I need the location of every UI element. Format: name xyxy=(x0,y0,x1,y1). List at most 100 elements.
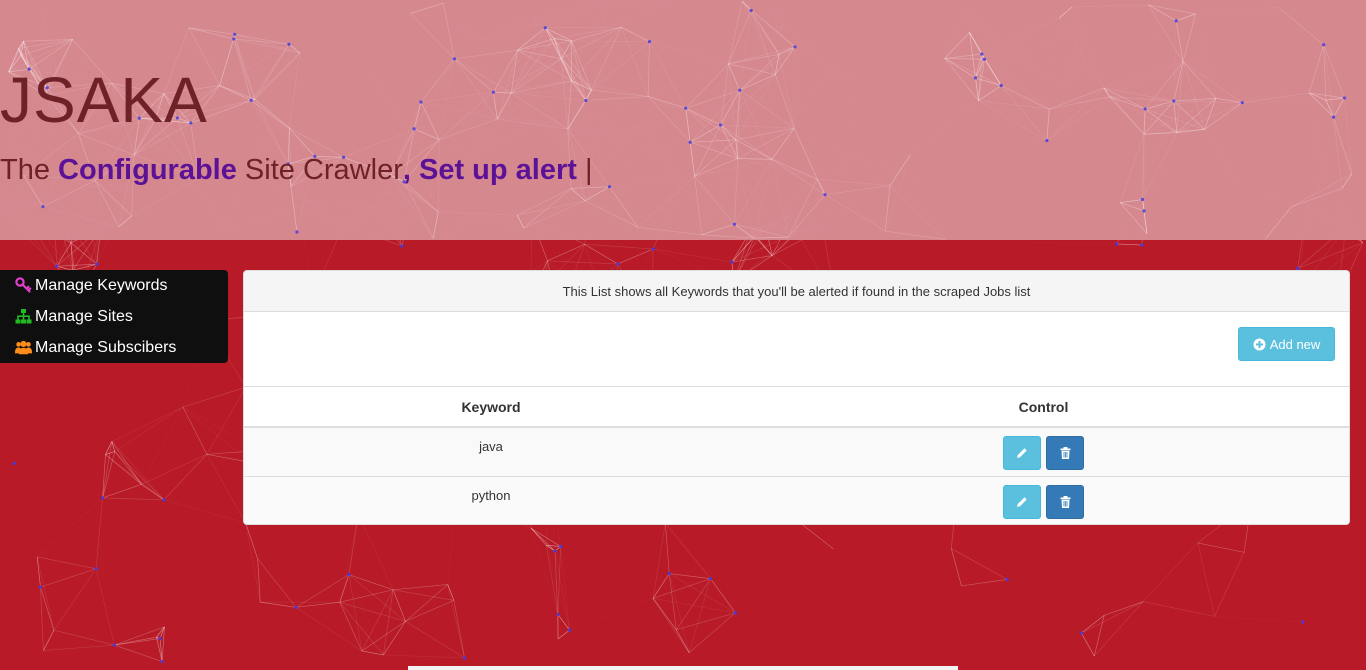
network-line xyxy=(96,569,164,627)
network-line xyxy=(1103,87,1145,135)
network-line xyxy=(420,101,498,120)
network-line xyxy=(53,568,97,631)
network-line xyxy=(652,598,690,653)
network-node xyxy=(1172,99,1176,103)
network-line xyxy=(739,74,776,91)
network-node xyxy=(294,605,298,609)
network-node xyxy=(684,106,688,110)
network-line xyxy=(102,483,142,499)
network-line xyxy=(737,158,773,160)
network-line xyxy=(405,599,455,622)
network-node xyxy=(823,193,827,197)
keywords-panel: This List shows all Keywords that you'll… xyxy=(243,270,1350,525)
network-line xyxy=(889,185,946,240)
network-line xyxy=(720,124,737,141)
network-line xyxy=(339,601,406,622)
delete-button[interactable] xyxy=(1046,436,1085,470)
sidebar-item-sites[interactable]: Manage Sites xyxy=(0,301,228,332)
network-line xyxy=(728,63,737,140)
network-line xyxy=(383,600,454,655)
network-node xyxy=(491,90,495,94)
network-line xyxy=(910,101,978,155)
network-line xyxy=(453,600,465,658)
network-node xyxy=(1331,115,1336,119)
network-line xyxy=(43,630,55,651)
sidebar-item-keywords[interactable]: Manage Keywords xyxy=(0,270,228,301)
network-line xyxy=(115,452,207,455)
edit-button[interactable] xyxy=(1002,484,1041,519)
network-line xyxy=(251,100,315,156)
network-node xyxy=(1301,620,1305,624)
network-line xyxy=(1196,14,1216,98)
network-line xyxy=(1144,133,1177,211)
network-line xyxy=(984,18,1059,59)
network-line xyxy=(1244,552,1303,622)
network-line xyxy=(557,629,570,640)
network-line xyxy=(383,654,465,659)
network-line xyxy=(114,626,165,646)
network-node xyxy=(1240,101,1244,105)
add-new-button[interactable]: Add new xyxy=(1238,327,1335,361)
network-line xyxy=(1214,615,1303,623)
network-line xyxy=(570,188,586,202)
network-line xyxy=(685,107,721,126)
network-node xyxy=(100,496,105,500)
network-line xyxy=(493,92,498,120)
network-line xyxy=(254,99,290,129)
network-line xyxy=(358,513,394,590)
network-node xyxy=(553,549,557,553)
network-line xyxy=(405,621,465,659)
network-line xyxy=(530,528,547,546)
network-node xyxy=(1045,138,1049,143)
network-line xyxy=(734,223,789,238)
network-line xyxy=(817,179,885,231)
network-line xyxy=(1214,552,1245,617)
network-line xyxy=(1323,44,1345,99)
network-line xyxy=(772,74,775,159)
network-node xyxy=(730,260,734,264)
network-line xyxy=(496,50,518,120)
network-line xyxy=(14,463,102,498)
network-line xyxy=(951,548,962,587)
network-line xyxy=(1326,100,1342,188)
network-line xyxy=(741,1,780,55)
sidebar-item-subscribers[interactable]: Manage Subscibers xyxy=(0,332,228,363)
network-line xyxy=(648,96,721,126)
network-line xyxy=(339,589,394,603)
network-line xyxy=(1265,206,1292,240)
network-line xyxy=(405,584,448,622)
network-line xyxy=(585,96,649,101)
network-line xyxy=(410,14,420,102)
network-line xyxy=(1094,601,1144,657)
network-line xyxy=(517,38,555,51)
network-line xyxy=(290,186,298,233)
keyword-cell: python xyxy=(244,475,738,524)
network-node xyxy=(94,567,98,571)
network-node xyxy=(556,612,560,617)
network-line xyxy=(114,644,163,662)
network-node xyxy=(160,659,164,664)
network-line xyxy=(665,522,711,579)
network-line xyxy=(1116,243,1142,246)
edit-button[interactable] xyxy=(1002,436,1041,470)
network-line xyxy=(944,58,979,101)
network-node xyxy=(400,244,404,248)
network-line xyxy=(652,578,711,599)
network-line xyxy=(675,578,711,630)
network-node xyxy=(708,577,713,581)
network-line xyxy=(694,176,735,225)
network-line xyxy=(233,38,300,54)
sidebar: Manage Keywords Manage Sites Manage Subs… xyxy=(0,270,228,363)
network-node xyxy=(1140,243,1144,247)
delete-button[interactable] xyxy=(1046,484,1085,519)
network-line xyxy=(720,74,776,126)
network-line xyxy=(219,85,256,100)
column-header-control: Control xyxy=(738,387,1349,428)
network-line xyxy=(438,211,518,216)
network-line xyxy=(545,27,592,91)
network-node xyxy=(980,52,984,56)
network-node xyxy=(733,611,737,615)
network-line xyxy=(591,41,650,91)
network-line xyxy=(420,58,455,103)
network-line xyxy=(1333,97,1345,118)
